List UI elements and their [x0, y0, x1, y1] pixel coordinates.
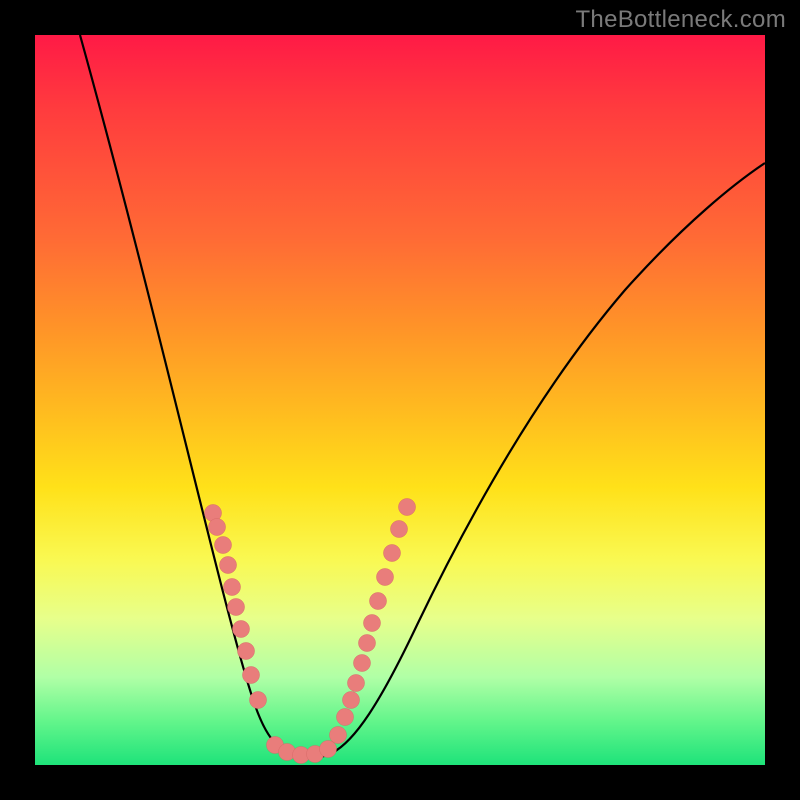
data-marker [337, 709, 354, 726]
marker-group-left [205, 505, 267, 709]
data-marker [320, 741, 337, 758]
plot-area [35, 35, 765, 765]
watermark-text: TheBottleneck.com [575, 6, 786, 34]
data-marker [364, 615, 381, 632]
data-marker [348, 675, 365, 692]
data-marker [399, 499, 416, 516]
data-marker [238, 643, 255, 660]
data-marker [359, 635, 376, 652]
data-marker [220, 557, 237, 574]
data-marker [370, 593, 387, 610]
data-marker [250, 692, 267, 709]
data-marker [343, 692, 360, 709]
data-marker [243, 667, 260, 684]
data-marker [384, 545, 401, 562]
data-marker [354, 655, 371, 672]
data-marker [224, 579, 241, 596]
bottleneck-curve [80, 35, 765, 758]
marker-group-bottom [267, 737, 337, 764]
curve-svg [35, 35, 765, 765]
data-marker [377, 569, 394, 586]
chart-container: TheBottleneck.com [0, 0, 800, 800]
data-marker [228, 599, 245, 616]
data-marker [209, 519, 226, 536]
data-marker [215, 537, 232, 554]
data-marker [391, 521, 408, 538]
data-marker [233, 621, 250, 638]
data-marker [330, 727, 347, 744]
